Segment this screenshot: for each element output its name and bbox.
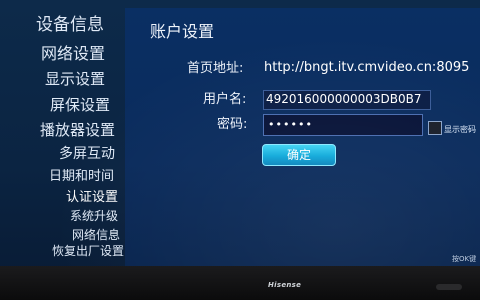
sidebar-item-factory-reset[interactable]: 恢复出厂设置: [52, 242, 124, 259]
sidebar-item-screensaver-settings[interactable]: 屏保设置: [50, 94, 110, 115]
username-value: 492016000000003DB0B7: [266, 92, 422, 106]
confirm-button[interactable]: 确定: [262, 144, 336, 166]
settings-sidebar: 设备信息 网络设置 显示设置 屏保设置 播放器设置 多屏互动 日期和时间 认证设…: [0, 0, 130, 266]
homepage-value[interactable]: http://bngt.itv.cmvideo.cn:8095: [264, 60, 469, 75]
tv-screen: 设备信息 网络设置 显示设置 屏保设置 播放器设置 多屏互动 日期和时间 认证设…: [0, 0, 480, 300]
sidebar-item-player-settings[interactable]: 播放器设置: [40, 119, 115, 140]
sidebar-item-multiscreen[interactable]: 多屏互动: [59, 143, 115, 163]
sidebar-item-system-upgrade[interactable]: 系统升级: [70, 207, 118, 224]
sidebar-item-network-settings[interactable]: 网络设置: [41, 40, 105, 64]
brand-logo: Hisense: [268, 281, 302, 289]
username-label: 用户名:: [203, 92, 247, 107]
password-value: ••••••: [268, 118, 313, 131]
account-settings-panel: [125, 8, 480, 266]
homepage-label: 首页地址:: [187, 61, 244, 76]
panel-title: 账户设置: [150, 22, 215, 41]
tv-bezel: [0, 266, 480, 300]
sidebar-item-date-time[interactable]: 日期和时间: [49, 165, 114, 184]
show-password-checkbox[interactable]: [428, 121, 442, 135]
sidebar-item-network-info[interactable]: 网络信息: [72, 226, 120, 243]
sidebar-item-device-info[interactable]: 设备信息: [36, 10, 104, 35]
password-label: 密码:: [217, 117, 248, 132]
sidebar-item-auth-settings[interactable]: 认证设置: [66, 186, 118, 205]
sidebar-item-display-settings[interactable]: 显示设置: [45, 68, 105, 89]
show-password-label: 显示密码: [444, 125, 476, 134]
remote-hint: 按OK键: [452, 255, 477, 263]
power-indicator-icon: [436, 284, 462, 290]
